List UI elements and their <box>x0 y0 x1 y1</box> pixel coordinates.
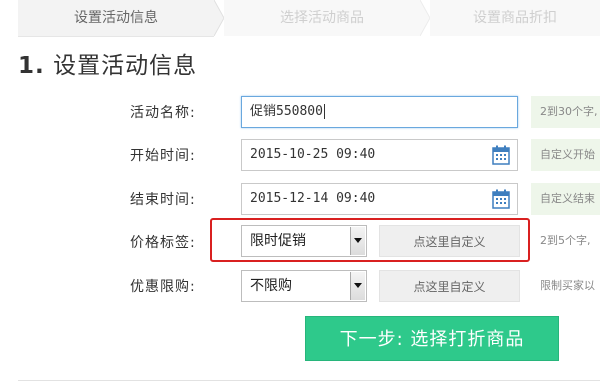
activity-name-input[interactable]: 促销550800​ <box>241 96 518 128</box>
price-tag-label: 价格标签: <box>130 235 196 251</box>
next-step-button[interactable]: 下一步: 选择打折商品 <box>305 316 559 361</box>
section-title-text: 设置活动信息 <box>53 53 198 79</box>
limit-hint: 限制买家以 <box>540 279 595 292</box>
start-label: 开始时间: <box>130 148 196 164</box>
price-tag-hint: 2到5个字, <box>540 234 591 247</box>
start-time-value: 2015-10-25 09:40 <box>250 147 376 162</box>
end-hint: 自定义结束 <box>531 183 600 215</box>
step-arrow-icon <box>420 0 430 36</box>
limit-selected: 不限购 <box>250 278 292 294</box>
start-time-input[interactable]: 2015-10-25 09:40 <box>241 139 518 171</box>
calendar-icon[interactable] <box>492 145 510 165</box>
step-1[interactable]: 设置活动信息 <box>18 0 214 37</box>
step-3[interactable]: 设置商品折扣 <box>430 0 600 36</box>
name-hint: 2到30个字, <box>531 96 600 128</box>
limit-label: 优惠限购: <box>130 279 196 295</box>
name-label: 活动名称: <box>130 105 196 121</box>
end-label: 结束时间: <box>130 192 196 208</box>
section-title: 1. 设置活动信息 <box>18 46 197 80</box>
step-arrow-icon <box>214 0 224 36</box>
start-hint: 自定义开始 <box>531 139 600 171</box>
highlight-box <box>210 218 530 262</box>
calendar-icon[interactable] <box>492 189 510 209</box>
step-2[interactable]: 选择活动商品 <box>224 0 420 36</box>
end-time-value: 2015-12-14 09:40 <box>250 191 376 206</box>
end-time-input[interactable]: 2015-12-14 09:40 <box>241 183 518 215</box>
limit-custom-button[interactable]: 点这里自定义 <box>379 270 520 302</box>
divider <box>18 380 600 381</box>
section-number: 1. <box>18 53 45 79</box>
chevron-down-icon[interactable] <box>350 272 365 300</box>
text-cursor: ​ <box>323 104 325 119</box>
activity-name-value: 促销550800 <box>250 104 323 119</box>
limit-select[interactable]: 不限购 <box>241 270 367 302</box>
step-bar: 设置活动信息 选择活动商品 设置商品折扣 <box>0 0 600 38</box>
